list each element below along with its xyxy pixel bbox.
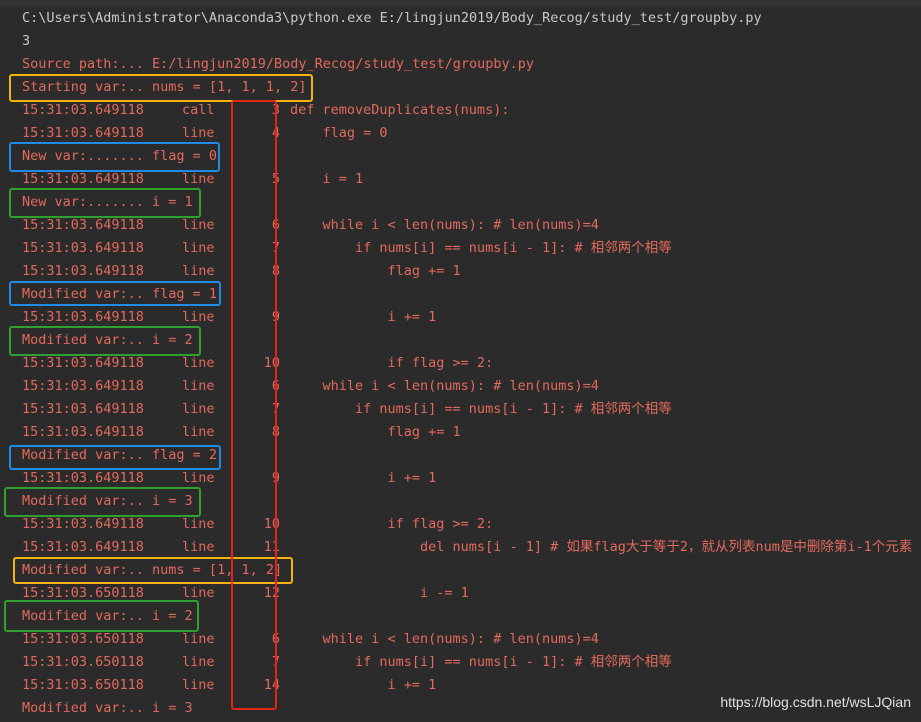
highlight-box-new-i	[9, 188, 201, 218]
timestamp: 15:31:03.649118	[22, 424, 144, 440]
source-code: flag += 1	[290, 424, 461, 440]
trace-event-row: 15:31:03.649118 line 6 while i < len(nums)…	[22, 215, 599, 235]
source-code: i += 1	[290, 309, 437, 325]
trace-event-row: 15:31:03.650118 line 6 while i < len(nums)…	[22, 629, 599, 649]
timestamp: 15:31:03.649118	[22, 171, 144, 187]
timestamp: 15:31:03.650118	[22, 631, 144, 647]
source-code: flag = 0	[290, 125, 388, 141]
timestamp: 15:31:03.650118	[22, 677, 144, 693]
run-console-output: C:\Users\Administrator\Anaconda3\python.…	[0, 0, 921, 722]
timestamp: 15:31:03.649118	[22, 263, 144, 279]
trace-event-row: 15:31:03.649118 line 9 i += 1	[22, 307, 436, 327]
highlight-box-line-numbers	[231, 100, 277, 710]
highlight-box-modified-flag-1	[9, 281, 221, 306]
highlight-box-modified-i-2b	[4, 600, 199, 632]
trace-event-row: 15:31:03.650118 line 14 i += 1	[22, 675, 436, 695]
timestamp: 15:31:03.650118	[22, 654, 144, 670]
trace-event-row: 15:31:03.650118 line 7 if nums[i] == nums[…	[22, 652, 672, 672]
timestamp: 15:31:03.649118	[22, 470, 144, 486]
source-code: i -= 1	[290, 585, 469, 601]
source-code: if flag >= 2:	[290, 516, 494, 532]
command-line: C:\Users\Administrator\Anaconda3\python.…	[22, 10, 762, 26]
timestamp: 15:31:03.649118	[22, 516, 144, 532]
source-code: while i < len(nums): # len(nums)=4	[290, 378, 599, 394]
timestamp: 15:31:03.649118	[22, 125, 144, 141]
trace-event-row: 15:31:03.649118 line 5 i = 1	[22, 169, 363, 189]
highlight-box-modified-i-2	[9, 326, 201, 356]
trace-event-row: 15:31:03.649118 line 9 i += 1	[22, 468, 436, 488]
timestamp: 15:31:03.649118	[22, 217, 144, 233]
timestamp: 15:31:03.649118	[22, 240, 144, 256]
source-code: flag += 1	[290, 263, 461, 279]
highlight-box-modified-flag-2	[9, 445, 221, 470]
variable-change-row: Modified var:.. i = 3	[22, 700, 193, 716]
trace-event-row: 15:31:03.649118 line 11 del nums[i - 1] # …	[22, 537, 912, 557]
trace-event-row: 15:31:03.649118 line 7 if nums[i] == nums[…	[22, 399, 672, 419]
source-path-line: Source path:... E:/lingjun2019/Body_Reco…	[22, 56, 535, 72]
console-top-strip	[0, 0, 921, 6]
source-code: i += 1	[290, 677, 437, 693]
source-code: if nums[i] == nums[i - 1]: # 相邻两个相等	[290, 654, 672, 670]
source-code: if nums[i] == nums[i - 1]: # 相邻两个相等	[290, 240, 672, 256]
source-code: while i < len(nums): # len(nums)=4	[290, 631, 599, 647]
timestamp: 15:31:03.649118	[22, 378, 144, 394]
timestamp: 15:31:03.649118	[22, 355, 144, 371]
program-output: 3	[22, 33, 31, 49]
source-code: while i < len(nums): # len(nums)=4	[290, 217, 599, 233]
source-code: i = 1	[290, 171, 364, 187]
timestamp: 15:31:03.649118	[22, 401, 144, 417]
source-code: del nums[i - 1] # 如果flag大于等于2，就从列表num是中删…	[290, 539, 913, 555]
source-code: i += 1	[290, 470, 437, 486]
trace-event-row: 15:31:03.649118 line 7 if nums[i] == nums[…	[22, 238, 672, 258]
timestamp: 15:31:03.649118	[22, 309, 144, 325]
trace-event-row: 15:31:03.649118 line 4 flag = 0	[22, 123, 388, 143]
source-code: def removeDuplicates(nums):	[290, 102, 510, 118]
highlight-box-modified-i-3	[4, 487, 201, 517]
timestamp: 15:31:03.649118	[22, 102, 144, 118]
highlight-box-starting-var	[9, 74, 313, 102]
highlight-box-new-flag	[9, 142, 220, 172]
source-code: if flag >= 2:	[290, 355, 494, 371]
source-code: if nums[i] == nums[i - 1]: # 相邻两个相等	[290, 401, 672, 417]
watermark: https://blog.csdn.net/wsLJQian	[720, 694, 911, 710]
trace-event-row: 15:31:03.649118 line 6 while i < len(nums)…	[22, 376, 599, 396]
timestamp: 15:31:03.649118	[22, 539, 144, 555]
